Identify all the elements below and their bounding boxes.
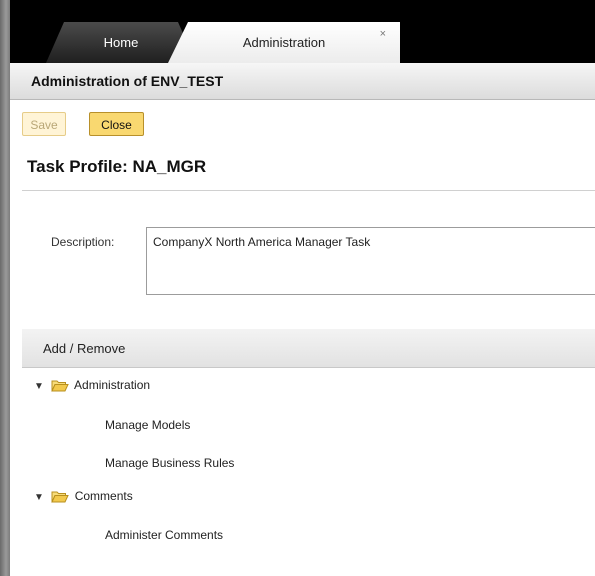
- tab-administration-label: Administration: [242, 35, 326, 50]
- expand-toggle-icon[interactable]: ▼: [34, 378, 48, 396]
- close-button[interactable]: Close: [89, 112, 144, 136]
- main-content: Administration of ENV_TEST Save Close Ta…: [10, 63, 595, 576]
- tab-administration[interactable]: Administration ×: [168, 22, 400, 63]
- page-title: Task Profile: NA_MGR: [27, 157, 207, 176]
- breadcrumb-title: Administration of ENV_TEST: [31, 73, 224, 89]
- permissions-tree: ▼ Administration Manage Models Manage Bu…: [22, 368, 595, 576]
- divider: [22, 190, 595, 191]
- close-icon[interactable]: ×: [380, 22, 386, 55]
- breadcrumb: Administration of ENV_TEST: [10, 63, 595, 100]
- folder-open-icon: [51, 491, 70, 503]
- tab-bar: Home Administration ×: [10, 0, 595, 63]
- save-button[interactable]: Save: [22, 112, 66, 136]
- tree-node-administration[interactable]: ▼ Administration: [34, 376, 150, 394]
- tree-leaf-manage-models[interactable]: Manage Models: [105, 418, 190, 432]
- expand-toggle-icon[interactable]: ▼: [34, 489, 48, 507]
- folder-open-icon: [51, 380, 70, 392]
- tab-home-label: Home: [103, 35, 139, 50]
- tree-node-label: Administration: [74, 378, 151, 392]
- left-rail: [0, 0, 10, 576]
- panel-header-label: Add / Remove: [43, 341, 126, 356]
- tree-leaf-manage-business-rules[interactable]: Manage Business Rules: [105, 456, 234, 470]
- tree-node-label: Comments: [74, 489, 133, 503]
- tree-leaf-administer-comments[interactable]: Administer Comments: [105, 528, 223, 542]
- tree-node-comments[interactable]: ▼ Comments: [34, 487, 133, 505]
- description-label: Description:: [51, 235, 115, 249]
- description-field[interactable]: CompanyX North America Manager Task: [146, 227, 595, 295]
- add-remove-panel-header: Add / Remove: [22, 329, 595, 368]
